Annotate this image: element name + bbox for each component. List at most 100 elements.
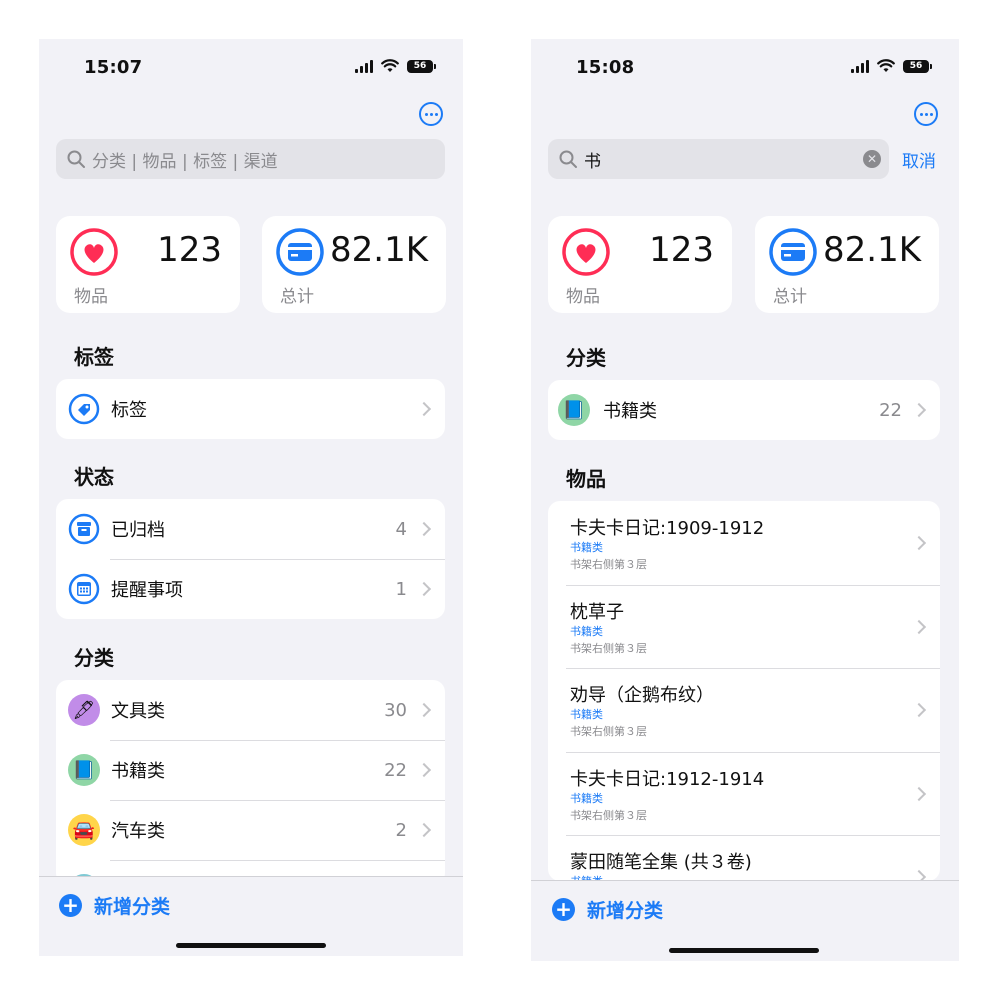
list-item-category[interactable]: 📘 书籍类 22 (56, 740, 445, 800)
stat-label: 物品 (74, 287, 108, 307)
list-item-book[interactable]: 卡夫卡日记:1909-1912 书籍类 书架右侧第３层 (548, 501, 940, 585)
item-category: 书籍类 (570, 708, 603, 721)
stat-label: 总计 (773, 287, 807, 307)
chevron-right-icon (911, 619, 927, 634)
item-title: 蒙田随笔全集 (共３卷) (570, 852, 752, 873)
list-item-book[interactable]: 蒙田随笔全集 (共３卷) 书籍类 (548, 835, 940, 881)
clear-search-icon[interactable]: ✕ (863, 150, 881, 168)
item-location: 书架右侧第３层 (570, 558, 647, 571)
status-group: 已归档 4 提醒事项 1 (56, 499, 445, 619)
add-category-label: 新增分类 (587, 900, 664, 922)
add-category-button[interactable]: + 新增分类 (59, 892, 170, 919)
stat-card-items[interactable]: 123 物品 (56, 216, 240, 313)
row-count: 22 (879, 399, 902, 421)
list-item-tag[interactable]: 标签 (56, 379, 445, 439)
wifi-icon (381, 59, 399, 72)
item-category: 书籍类 (570, 791, 603, 805)
stat-card-total[interactable]: 82.1K 总计 (755, 216, 939, 313)
list-item-category[interactable]: 🚘 汽车类 2 (56, 800, 445, 860)
row-label: 书籍类 (111, 761, 165, 782)
cancel-search-button[interactable]: 取消 (902, 147, 936, 172)
list-item-archived[interactable]: 已归档 4 (56, 499, 445, 559)
categories-group: 📘 书籍类 22 (548, 380, 940, 440)
creditcard-icon (276, 228, 324, 276)
bottom-toolbar: + 新增分类 (531, 880, 959, 961)
battery-icon: 56 (903, 59, 932, 73)
stat-value: 123 (649, 230, 714, 270)
home-indicator (669, 948, 819, 953)
plus-icon: + (59, 894, 82, 917)
archivebox-icon (68, 513, 100, 545)
row-count: 22 (384, 759, 407, 781)
stat-label: 物品 (566, 287, 600, 307)
creditcard-icon (769, 228, 817, 276)
section-title-categories: 分类 (566, 346, 606, 370)
search-placeholder: 分类 | 物品 | 标签 | 渠道 (92, 151, 278, 172)
chevron-right-icon (416, 581, 432, 597)
stat-card-total[interactable]: 82.1K 总计 (262, 216, 446, 313)
section-title-items: 物品 (566, 467, 606, 491)
list-item-category[interactable]: 📘 书籍类 22 (548, 380, 940, 440)
search-icon (559, 150, 577, 168)
chevron-right-icon (416, 702, 432, 718)
row-count: 4 (395, 518, 407, 540)
tag-icon (68, 393, 100, 425)
add-category-label: 新增分类 (94, 896, 171, 918)
item-location: 书架右侧第３层 (570, 641, 647, 655)
book-icon: 📘 (68, 754, 100, 786)
more-options-button[interactable] (419, 102, 443, 126)
search-bar[interactable]: 分类 | 物品 | 标签 | 渠道 (56, 139, 445, 179)
stat-label: 总计 (280, 287, 314, 307)
search-bar[interactable]: 书 ✕ (548, 139, 889, 179)
home-indicator (176, 943, 326, 948)
chevron-right-icon (911, 786, 927, 801)
chevron-right-icon (416, 401, 432, 417)
item-title: 卡夫卡日记:1912-1914 (570, 768, 765, 790)
search-input[interactable]: 书 (584, 147, 601, 172)
status-time: 15:08 (576, 57, 635, 78)
section-title-tags: 标签 (74, 345, 114, 369)
phone-screen-right: 15:08 56 书 ✕ 取消 123 物品 82.1K 总计 分类 📘 书籍类… (531, 39, 959, 961)
item-location: 书架右侧第３层 (570, 725, 647, 738)
chevron-right-icon (416, 822, 432, 838)
stat-card-items[interactable]: 123 物品 (548, 216, 732, 313)
pen-icon: 🖋 (68, 694, 100, 726)
item-title: 枕草子 (570, 601, 624, 623)
item-title: 卡夫卡日记:1909-1912 (570, 518, 765, 539)
list-item-book[interactable]: 劝导（企鹅布纹） 书籍类 书架右侧第３层 (548, 668, 940, 752)
status-icons: 56 (851, 59, 932, 73)
car-icon: 🚘 (68, 814, 100, 846)
add-category-button[interactable]: + 新增分类 (552, 896, 663, 923)
row-count: 2 (395, 819, 407, 841)
book-icon: 📘 (558, 394, 590, 426)
row-count: 1 (395, 578, 407, 600)
stat-value: 82.1K (823, 230, 921, 270)
signal-icon (355, 59, 373, 73)
row-label: 已归档 (111, 520, 165, 541)
heart-icon (562, 228, 610, 276)
item-location: 书架右侧第３层 (570, 808, 647, 822)
wifi-icon (877, 59, 895, 72)
chevron-right-icon (911, 402, 927, 418)
heart-icon (70, 228, 118, 276)
more-options-button[interactable] (914, 102, 938, 126)
row-label: 标签 (111, 400, 147, 421)
calendar-icon (68, 573, 100, 605)
tags-group: 标签 (56, 379, 445, 439)
signal-icon (851, 59, 869, 73)
row-label: 汽车类 (111, 821, 165, 842)
list-item-reminders[interactable]: 提醒事项 1 (56, 559, 445, 619)
bottom-toolbar: + 新增分类 (39, 876, 463, 956)
row-label: 文具类 (111, 701, 165, 722)
chevron-right-icon (416, 521, 432, 537)
list-item-book[interactable]: 卡夫卡日记:1912-1914 书籍类 书架右侧第３层 (548, 751, 940, 836)
row-count: 30 (384, 699, 407, 721)
chevron-right-icon (911, 702, 927, 718)
phone-screen-left: 15:07 56 分类 | 物品 | 标签 | 渠道 123 物品 82.1K … (39, 39, 463, 956)
list-item-category[interactable]: 🖋 文具类 30 (56, 680, 445, 740)
item-title: 劝导（企鹅布纹） (570, 685, 714, 706)
chevron-right-icon (911, 535, 927, 551)
list-item-book[interactable]: 枕草子 书籍类 书架右侧第３层 (548, 584, 940, 669)
battery-icon: 56 (407, 59, 436, 73)
section-title-categories: 分类 (74, 646, 114, 670)
